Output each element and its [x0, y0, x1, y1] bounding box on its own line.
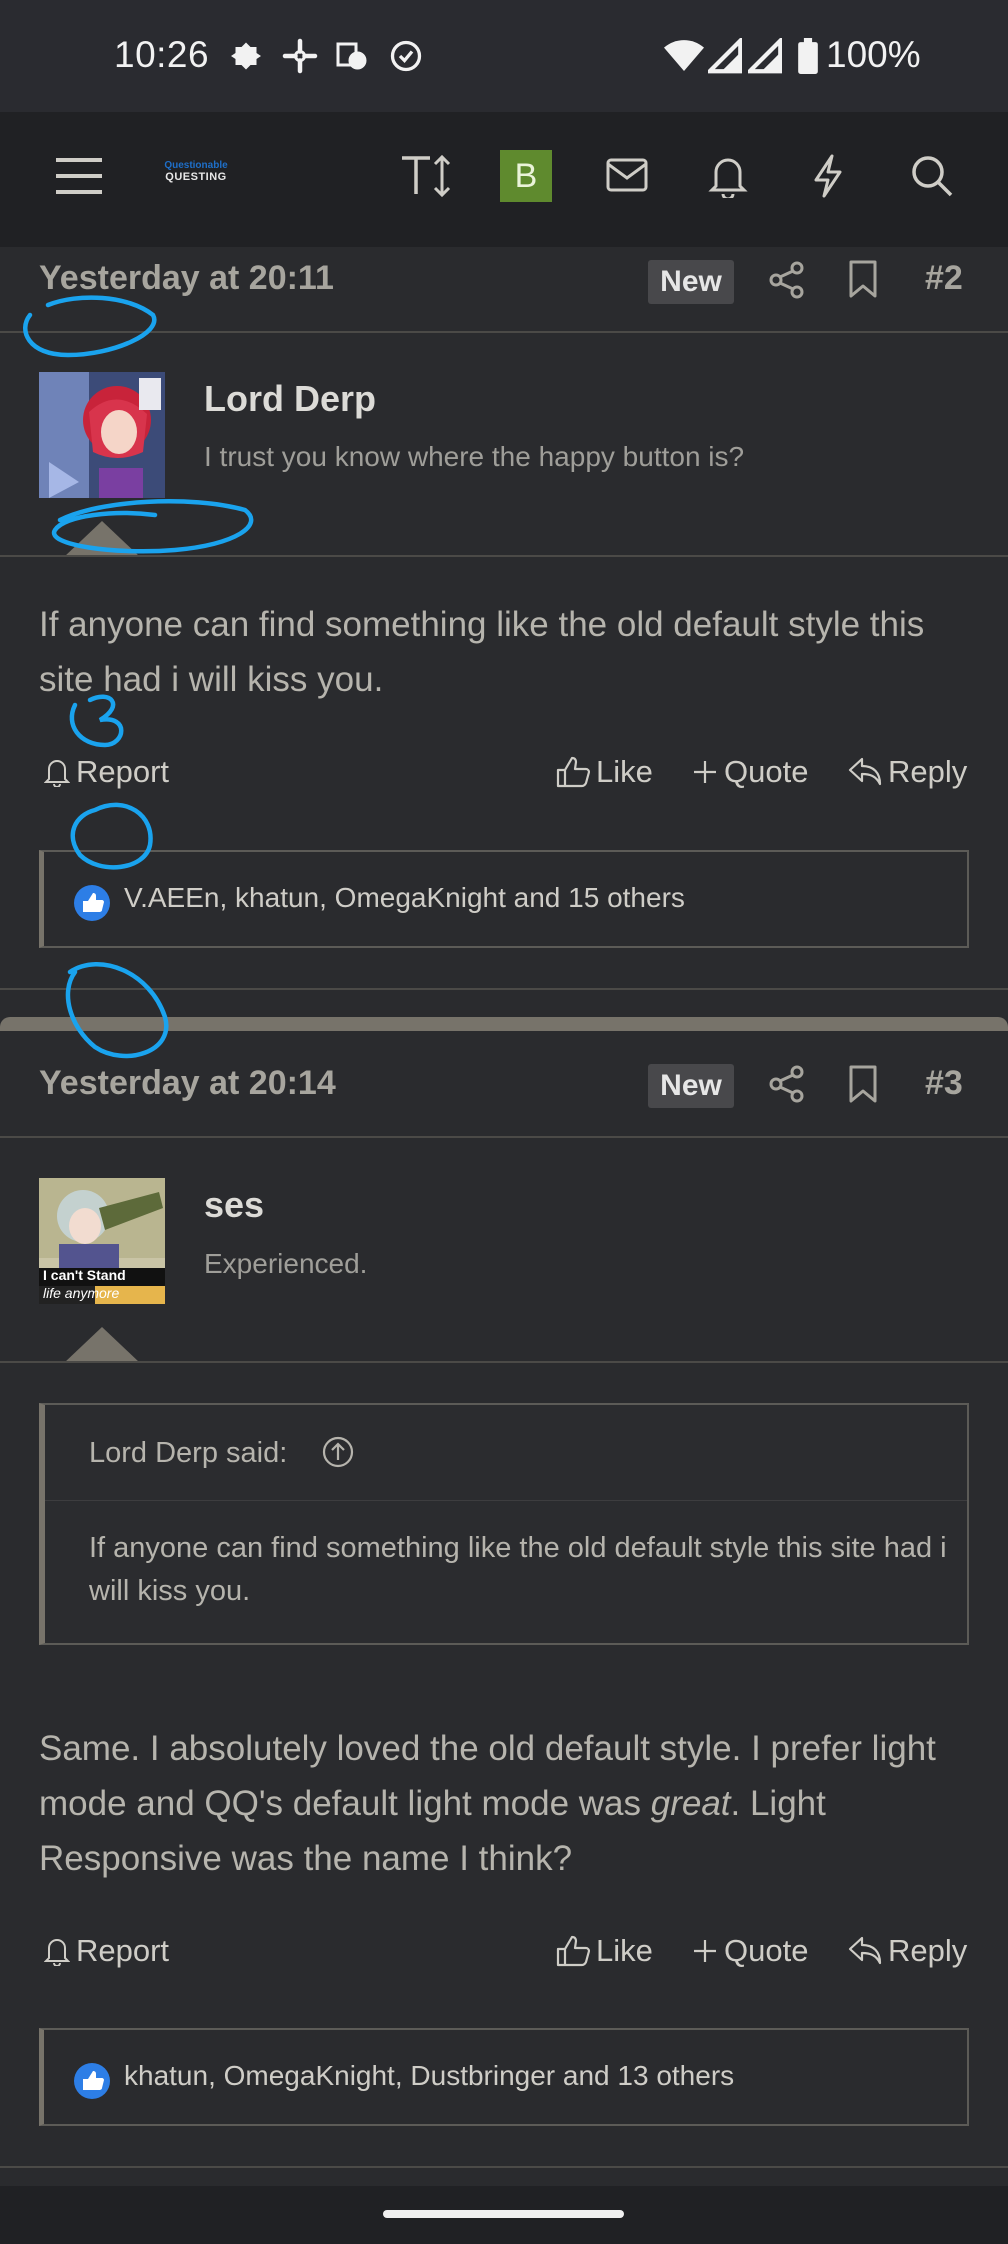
reactions-bar[interactable]: khatun, OmegaKnight, Dustbringer and 13 … [39, 2028, 969, 2126]
bell-icon [44, 760, 70, 787]
post-header: Yesterday at 20:14 New #3 [0, 1054, 1008, 1144]
report-button[interactable]: Report [44, 1933, 169, 1969]
user-title: I trust you know where the happy button … [204, 441, 745, 472]
post-number[interactable]: #2 [925, 259, 963, 298]
arrow-up-circle-icon[interactable] [321, 1435, 355, 1474]
pinwheel-icon [282, 38, 318, 79]
new-badge: New [648, 1064, 734, 1108]
message-arrow [64, 521, 140, 557]
notification-icon [228, 38, 264, 79]
bookmark-icon[interactable] [848, 259, 878, 304]
text-size-icon[interactable] [400, 154, 452, 203]
quote-button[interactable]: Quote [692, 1933, 808, 1969]
divider [0, 2166, 1008, 2168]
search-icon[interactable] [910, 154, 954, 203]
weather-icon [334, 38, 372, 79]
post-date[interactable]: Yesterday at 20:14 [39, 1064, 336, 1103]
post-date[interactable]: Yesterday at 20:11 [39, 259, 334, 298]
plus-icon [694, 761, 716, 783]
reactions-list[interactable]: V.AEEn, khatun, OmegaKnight and 15 other… [124, 882, 685, 914]
post-header: Yesterday at 20:11 New #2 [0, 248, 1008, 338]
bookmark-icon[interactable] [848, 1064, 878, 1109]
site-logo[interactable]: Questionable QUESTING [150, 160, 242, 194]
quote-button[interactable]: Quote [692, 754, 808, 790]
home-indicator[interactable] [383, 2210, 624, 2218]
new-badge: New [648, 260, 734, 304]
mail-icon[interactable] [606, 158, 648, 197]
message-arrow [64, 1327, 140, 1363]
username[interactable]: Lord Derp [204, 378, 376, 420]
wifi-icon [664, 38, 704, 79]
post-number[interactable]: #3 [925, 1064, 963, 1103]
battery-percentage: 100% [826, 34, 921, 75]
avatar[interactable]: I can't Stand life anymore [39, 1178, 165, 1304]
battery-icon [798, 38, 818, 79]
menu-icon[interactable] [54, 156, 104, 201]
plus-icon [694, 1940, 716, 1962]
reply-button[interactable]: Reply [848, 754, 967, 790]
quote-header[interactable]: Lord Derp said: [45, 1405, 967, 1501]
reply-icon [848, 1936, 882, 1965]
reply-button[interactable]: Reply [848, 1933, 967, 1969]
bell-icon[interactable] [708, 154, 748, 203]
bell-icon [44, 1939, 70, 1966]
divider [0, 988, 1008, 990]
avatar[interactable] [39, 372, 165, 498]
share-icon[interactable] [768, 1064, 806, 1109]
status-bar: 10:26 100% [0, 0, 1008, 112]
reply-icon [848, 757, 882, 786]
reactions-list[interactable]: khatun, OmegaKnight, Dustbringer and 13 … [124, 2060, 734, 2092]
quote-author: Lord Derp said: [89, 1437, 288, 1469]
signal-icon-2 [744, 35, 783, 79]
signal-icon [704, 35, 743, 79]
avatar-caption-top: I can't Stand [43, 1267, 126, 1283]
post-body: If anyone can find something like the ol… [39, 605, 925, 699]
reactions-bar[interactable]: V.AEEn, khatun, OmegaKnight and 15 other… [39, 850, 969, 948]
lightning-icon[interactable] [812, 154, 844, 203]
divider [0, 331, 1008, 333]
quote-block: Lord Derp said: If anyone can find somet… [39, 1403, 969, 1645]
quote-text: If anyone can find something like the ol… [89, 1532, 947, 1607]
username[interactable]: ses [204, 1184, 264, 1226]
status-time: 10:26 [114, 34, 210, 75]
post-actions: Report Like Quote Reply [0, 754, 1008, 804]
like-reaction-icon [74, 885, 110, 921]
post-body: Same. I absolutely loved the old default… [39, 1729, 936, 1878]
divider [0, 1361, 1008, 1363]
check-circle-icon [388, 38, 424, 79]
divider [0, 555, 1008, 557]
avatar-caption-bottom: life anymore [43, 1285, 120, 1301]
post-actions: Report Like Quote Reply [0, 1933, 1008, 1983]
thumbs-up-icon [556, 1935, 590, 1967]
thumbs-up-icon [556, 756, 590, 788]
like-button[interactable]: Like [556, 754, 653, 790]
like-reaction-icon [74, 2063, 110, 2099]
report-button[interactable]: Report [44, 754, 169, 790]
post-separator [0, 1017, 1008, 1031]
like-button[interactable]: Like [556, 1933, 653, 1969]
divider [0, 1136, 1008, 1138]
share-icon[interactable] [768, 260, 806, 305]
user-title: Experienced. [204, 1248, 368, 1279]
user-avatar-badge[interactable]: B [500, 150, 552, 202]
